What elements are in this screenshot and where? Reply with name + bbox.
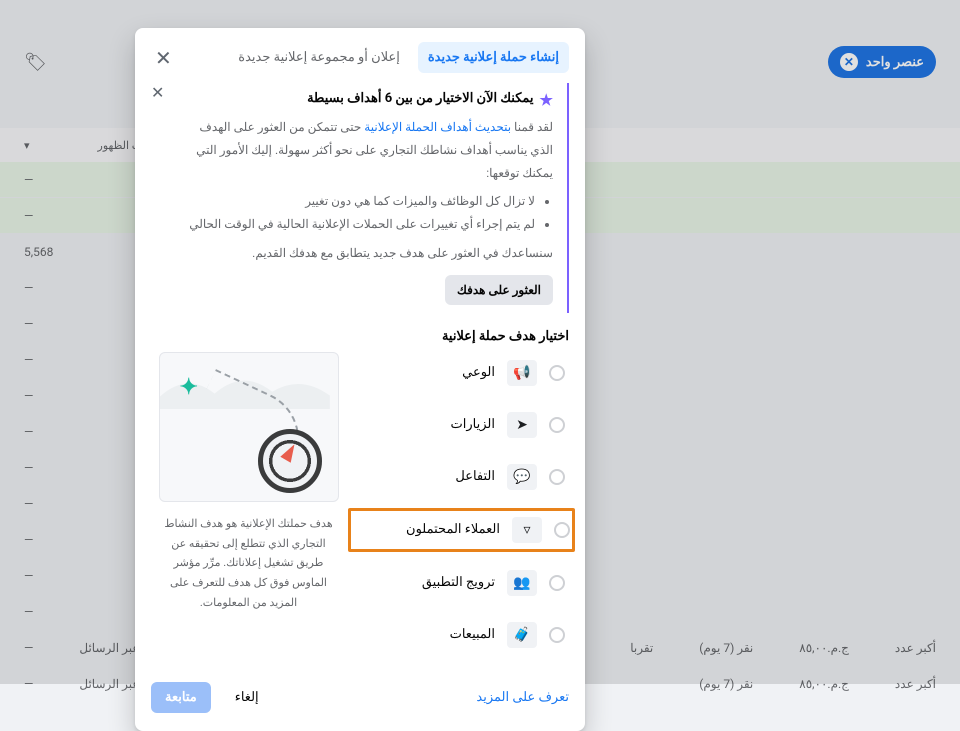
radio-leads[interactable] <box>554 522 570 538</box>
radio-awareness[interactable] <box>549 365 565 381</box>
compass-illustration: ✦ <box>159 352 339 502</box>
banner-body: لقد قمنا بتحديث أهداف الحملة الإعلانية ح… <box>177 116 553 305</box>
objective-leads-label: العملاء المحتملون <box>406 522 500 537</box>
objective-app-promotion-label: ترويج التطبيق <box>422 575 495 590</box>
create-campaign-modal: إنشاء حملة إعلانية جديدة إعلان أو مجموعة… <box>135 28 585 731</box>
briefcase-icon: 🧳 <box>507 622 537 648</box>
chat-icon: 💬 <box>507 464 537 490</box>
sparkle-icon: ✦ <box>180 375 198 400</box>
objectives-update-banner: ✕ ★ يمكنك الآن الاختيار من بين 6 أهداف ب… <box>151 83 569 313</box>
find-objective-button[interactable]: العثور على هدفك <box>445 275 553 305</box>
radio-app-promotion[interactable] <box>549 575 565 591</box>
learn-more-link[interactable]: تعرف على المزيد <box>476 690 569 705</box>
people-icon: 👥 <box>507 570 537 596</box>
banner-body-pre: لقد قمنا <box>511 120 553 134</box>
megaphone-icon: 📢 <box>507 360 537 386</box>
banner-body-2: سنساعدك في العثور على هدف جديد يتطابق مع… <box>177 242 553 265</box>
banner-title: ★ يمكنك الآن الاختيار من بين 6 أهداف بسي… <box>177 87 553 114</box>
objective-engagement-label: التفاعل <box>455 469 495 484</box>
objective-traffic[interactable]: ➤ الزيارات <box>354 404 569 446</box>
objective-body: 📢 الوعي ➤ الزيارات 💬 التفاعل ▿ العملاء ا… <box>135 352 585 664</box>
objective-side-card: ✦ هدف حملتك الإعلانية هو هدف النشاط التج… <box>151 352 346 656</box>
compass-icon <box>258 429 322 493</box>
cancel-button[interactable]: إلغاء <box>221 682 273 713</box>
objective-awareness-label: الوعي <box>462 365 495 380</box>
banner-learn-link[interactable]: بتحديث أهداف الحملة الإعلانية <box>364 120 511 134</box>
objective-awareness[interactable]: 📢 الوعي <box>354 352 569 394</box>
modal-footer: تعرف على المزيد إلغاء متابعة <box>135 664 585 731</box>
banner-bullet-1: لا تزال كل الوظائف والميزات كما هي دون ت… <box>177 190 535 213</box>
objective-sales[interactable]: 🧳 المبيعات <box>354 614 569 656</box>
objective-list: 📢 الوعي ➤ الزيارات 💬 التفاعل ▿ العملاء ا… <box>354 352 569 656</box>
objective-leads[interactable]: ▿ العملاء المحتملون <box>348 508 575 552</box>
banner-bullet-2: لم يتم إجراء أي تغييرات على الحملات الإع… <box>177 213 535 236</box>
radio-traffic[interactable] <box>549 417 565 433</box>
tab-new-campaign[interactable]: إنشاء حملة إعلانية جديدة <box>418 42 569 73</box>
radio-engagement[interactable] <box>549 469 565 485</box>
objective-app-promotion[interactable]: 👥 ترويج التطبيق <box>354 562 569 604</box>
cursor-icon: ➤ <box>507 412 537 438</box>
objective-traffic-label: الزيارات <box>451 417 495 432</box>
objective-sales-label: المبيعات <box>450 627 495 642</box>
modal-close-button[interactable]: ✕ <box>151 44 176 72</box>
objective-side-caption: هدف حملتك الإعلانية هو هدف النشاط التجار… <box>151 514 346 613</box>
continue-button[interactable]: متابعة <box>151 682 211 713</box>
star-icon: ★ <box>540 87 553 114</box>
modal-header: إنشاء حملة إعلانية جديدة إعلان أو مجموعة… <box>135 28 585 83</box>
tab-existing-campaign[interactable]: إعلان أو مجموعة إعلانية جديدة <box>228 42 410 73</box>
choose-objective-heading: اختيار هدف حملة إعلانية <box>135 321 585 352</box>
funnel-icon: ▿ <box>512 517 542 543</box>
objective-engagement[interactable]: 💬 التفاعل <box>354 456 569 498</box>
banner-title-text: يمكنك الآن الاختيار من بين 6 أهداف بسيطة <box>307 87 533 110</box>
radio-sales[interactable] <box>549 627 565 643</box>
banner-close-button[interactable]: ✕ <box>151 83 164 102</box>
